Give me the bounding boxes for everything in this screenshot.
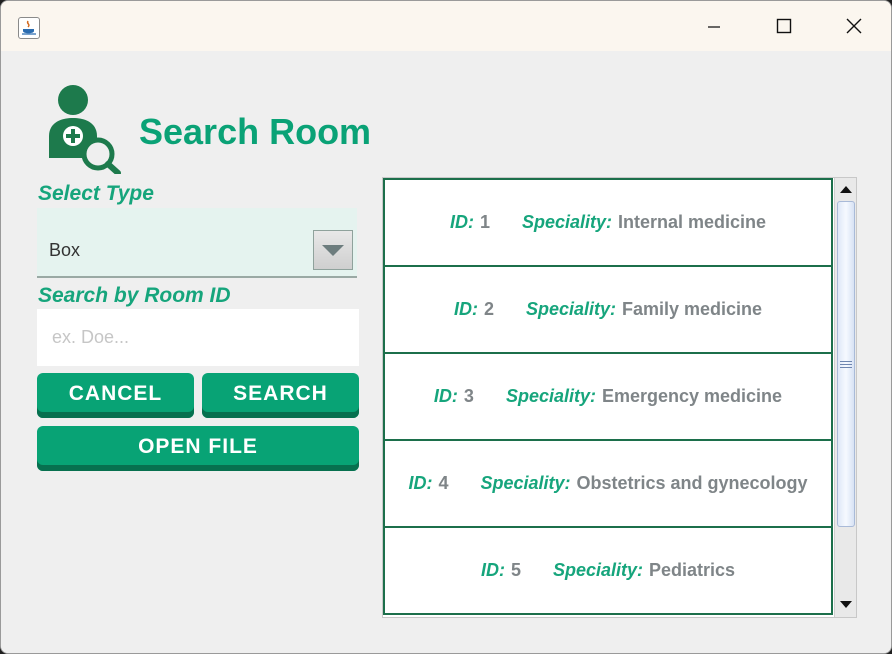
room-id-search-input[interactable] — [37, 309, 359, 366]
speciality-value: Family medicine — [622, 299, 763, 319]
speciality-value: Emergency medicine — [601, 386, 783, 406]
grip-icon — [840, 360, 852, 368]
list-item[interactable]: ID: 4 Speciality: Obstetrics and gynecol… — [383, 439, 833, 528]
room-id-value: 2 — [483, 299, 494, 319]
room-id-value: 4 — [438, 473, 449, 493]
list-scrollbar[interactable] — [834, 178, 856, 617]
id-label: ID: — [453, 299, 478, 319]
id-label: ID: — [433, 386, 458, 406]
open-file-button[interactable]: OPEN FILE — [37, 426, 359, 471]
scroll-down-button[interactable] — [836, 594, 856, 614]
close-button[interactable] — [819, 1, 889, 51]
speciality-label: Speciality: — [505, 386, 596, 406]
id-label: ID: — [480, 560, 505, 580]
id-label: ID: — [449, 212, 474, 232]
type-select[interactable]: Box — [37, 208, 357, 278]
speciality-label: Speciality: — [521, 212, 612, 232]
list-item[interactable]: ID: 3 Speciality: Emergency medicine — [383, 352, 833, 441]
list-item[interactable]: ID: 1 Speciality: Internal medicine — [383, 178, 833, 267]
room-id-value: 5 — [510, 560, 521, 580]
scroll-thumb[interactable] — [837, 201, 855, 527]
select-type-label: Select Type — [38, 182, 154, 205]
room-id-value: 3 — [463, 386, 474, 406]
scroll-up-button[interactable] — [836, 179, 856, 199]
java-app-icon — [18, 17, 40, 39]
speciality-label: Speciality: — [552, 560, 643, 580]
arrow-down-icon — [840, 600, 852, 608]
minimize-icon — [708, 26, 720, 28]
doctor-search-icon — [49, 85, 121, 174]
maximize-icon — [776, 18, 792, 34]
speciality-value: Internal medicine — [618, 212, 767, 232]
room-id-value: 1 — [479, 212, 490, 232]
page-title: Search Room — [139, 111, 372, 152]
cancel-button[interactable]: CANCEL — [37, 373, 194, 418]
list-item[interactable]: ID: 2 Speciality: Family medicine — [383, 265, 833, 354]
type-select-value: Box — [49, 240, 81, 260]
minimize-button[interactable] — [679, 1, 749, 51]
main-content: Search Room Select Type Box Search by Ro… — [1, 51, 891, 653]
speciality-value: Obstetrics and gynecology — [576, 473, 808, 493]
maximize-button[interactable] — [749, 1, 819, 51]
arrow-up-icon — [840, 185, 852, 193]
dropdown-arrow-button[interactable] — [313, 230, 353, 270]
title-bar — [1, 1, 891, 51]
speciality-value: Pediatrics — [649, 560, 736, 580]
speciality-label: Speciality: — [480, 473, 571, 493]
search-button[interactable]: SEARCH — [202, 373, 359, 418]
id-label: ID: — [408, 473, 433, 493]
chevron-down-icon — [322, 244, 344, 256]
speciality-label: Speciality: — [525, 299, 616, 319]
search-room-id-label: Search by Room ID — [38, 284, 231, 307]
app-window: Search Room Select Type Box Search by Ro… — [0, 0, 892, 654]
close-icon — [846, 18, 862, 34]
list-item[interactable]: ID: 5 Speciality: Pediatrics — [383, 526, 833, 615]
room-list[interactable]: ID: 1 Speciality: Internal medicine ID: … — [383, 178, 833, 617]
room-list-panel: ID: 1 Speciality: Internal medicine ID: … — [382, 177, 857, 618]
